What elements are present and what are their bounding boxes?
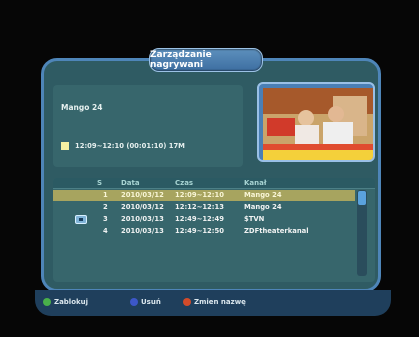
row-channel: Mango 24 <box>244 191 282 199</box>
row-time: 12:49~12:49 <box>175 215 224 223</box>
lock-icon <box>75 215 87 224</box>
rename-button[interactable]: Zmien nazwę <box>183 298 246 306</box>
list-item[interactable]: 1 2010/03/12 12:09~12:10 Mango 24 <box>53 190 355 201</box>
list-scrollbar[interactable] <box>357 190 367 276</box>
delete-button[interactable]: Usuń <box>130 298 161 306</box>
row-date: 2010/03/13 <box>121 215 164 223</box>
info-time-line: 12:09~12:10 (00:01:10) 17M <box>61 142 185 150</box>
row-number: 1 <box>103 191 108 199</box>
row-number: 4 <box>103 227 108 235</box>
header-number: S <box>97 179 103 187</box>
row-channel: $TVN <box>244 215 265 223</box>
header-channel: Kanał <box>244 179 267 187</box>
video-preview <box>257 82 375 162</box>
row-time: 12:12~12:13 <box>175 203 224 211</box>
function-key-legend: Zablokuj Usuń Zmien nazwę <box>35 290 391 316</box>
rename-label: Zmien nazwę <box>194 298 246 306</box>
window-title: Zarządzanie nagrywani <box>149 48 263 72</box>
list-item[interactable]: 2 2010/03/12 12:12~12:13 Mango 24 <box>53 202 355 213</box>
info-channel-name: Mango 24 <box>61 103 103 112</box>
row-date: 2010/03/13 <box>121 227 164 235</box>
lock-label: Zablokuj <box>54 298 89 306</box>
recording-manager-screen: Zarządzanie nagrywani Mango 24 12:09~12:… <box>35 38 391 316</box>
row-channel: Mango 24 <box>244 203 282 211</box>
blue-key-icon <box>130 298 138 306</box>
row-channel: ZDFtheaterkanal <box>244 227 309 235</box>
row-time: 12:49~12:50 <box>175 227 224 235</box>
green-key-icon <box>43 298 51 306</box>
list-item[interactable]: 4 2010/03/13 12:49~12:50 ZDFtheaterkanal <box>53 226 355 237</box>
header-time: Czas <box>175 179 194 187</box>
row-time: 12:09~12:10 <box>175 191 224 199</box>
scrollbar-thumb[interactable] <box>358 191 366 205</box>
record-indicator-icon <box>61 142 69 150</box>
row-date: 2010/03/12 <box>121 203 164 211</box>
row-number: 3 <box>103 215 108 223</box>
preview-thumbnail <box>263 88 373 160</box>
info-time-range: 12:09~12:10 (00:01:10) 17M <box>75 142 185 150</box>
row-number: 2 <box>103 203 108 211</box>
recording-info-panel: Mango 24 12:09~12:10 (00:01:10) 17M <box>53 85 243 167</box>
recordings-list: S Data Czas Kanał 1 2010/03/12 12:09~12:… <box>53 178 375 282</box>
delete-label: Usuń <box>141 298 161 306</box>
lock-button[interactable]: Zablokuj <box>43 298 88 306</box>
red-key-icon <box>183 298 191 306</box>
header-date: Data <box>121 179 140 187</box>
list-item[interactable]: 3 2010/03/13 12:49~12:49 $TVN <box>53 214 355 225</box>
row-date: 2010/03/12 <box>121 191 164 199</box>
list-header: S Data Czas Kanał <box>53 178 375 189</box>
